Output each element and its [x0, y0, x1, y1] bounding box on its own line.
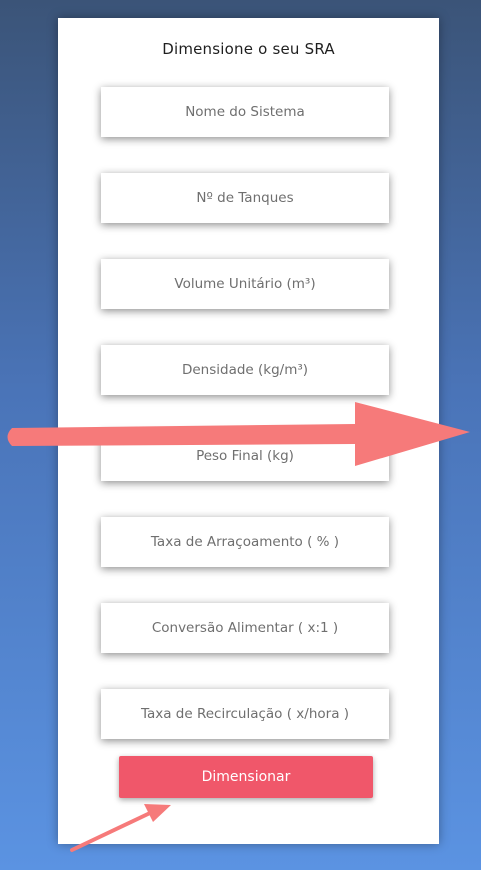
form-title: Dimensione o seu SRA	[162, 40, 335, 58]
unit-volume-input[interactable]	[101, 259, 389, 309]
feed-conversion-input[interactable]	[101, 603, 389, 653]
dimensionar-button[interactable]: Dimensionar	[119, 756, 373, 798]
system-name-input[interactable]	[101, 87, 389, 137]
final-weight-input[interactable]	[101, 431, 389, 481]
tank-count-input[interactable]	[101, 173, 389, 223]
recirculation-rate-input[interactable]	[101, 689, 389, 739]
feeding-rate-input[interactable]	[101, 517, 389, 567]
form-card: Dimensione o seu SRA Dimensionar	[58, 18, 439, 844]
density-input[interactable]	[101, 345, 389, 395]
